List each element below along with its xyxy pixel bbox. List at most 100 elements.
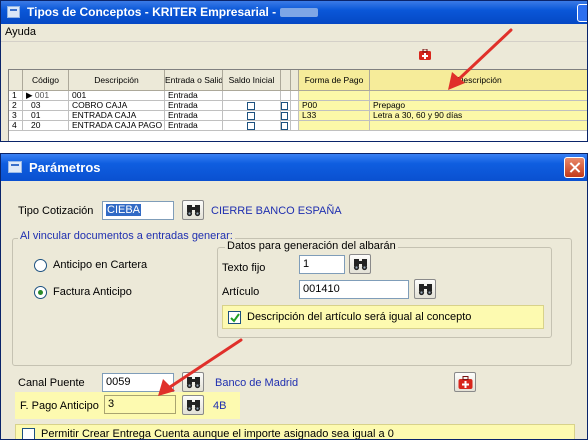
- radio-factura-anticipo[interactable]: [34, 286, 47, 299]
- texto-fijo-label: Texto fijo: [222, 262, 266, 274]
- cell-extra-2: [291, 101, 299, 111]
- saldo-inicial-checkbox[interactable]: [247, 102, 255, 110]
- texto-fijo-input[interactable]: 1: [299, 255, 345, 274]
- descripcion-checkbox-label: Descripción del artículo será igual al c…: [247, 311, 472, 323]
- descripcion-checkbox[interactable]: [228, 311, 241, 324]
- table-row[interactable]: 4 20 ENTRADA CAJA PAGO ANTICIP Entrada: [9, 121, 587, 131]
- cell-descripcion: COBRO CAJA: [69, 101, 165, 111]
- cell-entrada-salida: Entrada: [165, 101, 223, 111]
- window-control-button[interactable]: [577, 4, 587, 22]
- canal-puente-lookup-button[interactable]: [182, 372, 204, 392]
- row-number: 1: [9, 91, 23, 101]
- table-header: Código Descripción Entrada o Salida Sald…: [9, 70, 587, 91]
- radio-anticipo-cartera-label: Anticipo en Cartera: [53, 259, 148, 271]
- col-header-descripcion[interactable]: Descripción: [69, 70, 165, 91]
- cell-extra-1: [281, 101, 291, 111]
- menu-bar: Ayuda: [1, 24, 587, 42]
- toolbar: [1, 42, 587, 69]
- radio-factura-anticipo-label: Factura Anticipo: [53, 286, 132, 298]
- first-aid-icon[interactable]: [419, 49, 431, 61]
- dialog-title: Parámetros: [29, 160, 101, 175]
- col-header-forma-pago[interactable]: Forma de Pago: [299, 70, 370, 91]
- extra-checkbox[interactable]: [281, 112, 288, 120]
- cell-descripcion: ENTRADA CAJA: [69, 111, 165, 121]
- first-aid-icon: [458, 376, 473, 389]
- menu-ayuda[interactable]: Ayuda: [5, 26, 36, 38]
- row-number: 3: [9, 111, 23, 121]
- row-number: 4: [9, 121, 23, 131]
- col-header-indicator: [9, 70, 23, 91]
- binoculars-icon: [186, 377, 201, 389]
- tipo-cotizacion-input[interactable]: CIEBA: [102, 201, 174, 220]
- tipos-conceptos-window: Tipos de Conceptos - KRITER Empresarial …: [0, 0, 588, 142]
- texto-fijo-lookup-button[interactable]: [349, 254, 371, 274]
- cell-extra-2: [291, 121, 299, 131]
- permitir-checkbox[interactable]: [22, 428, 35, 439]
- f-pago-anticipo-label: F. Pago Anticipo: [20, 400, 99, 412]
- cell-codigo: 20: [23, 121, 69, 131]
- col-header-descripcion-fp[interactable]: Descripción: [370, 70, 587, 91]
- articulo-lookup-button[interactable]: [414, 279, 436, 299]
- cell-descripcion-fp: [370, 91, 587, 101]
- row-indicator-icon: ▶: [26, 91, 33, 100]
- col-header-codigo[interactable]: Código: [23, 70, 69, 91]
- saldo-inicial-checkbox[interactable]: [247, 112, 255, 120]
- articulo-input[interactable]: 001410: [299, 280, 409, 299]
- cell-codigo: ▶ 001: [23, 91, 69, 101]
- binoculars-icon: [186, 400, 201, 412]
- cell-extra-2: [291, 91, 299, 101]
- table-row[interactable]: 3 01 ENTRADA CAJA Entrada L33 Letra a 30…: [9, 111, 587, 121]
- row-number: 2: [9, 101, 23, 111]
- canal-puente-description: Banco de Madrid: [215, 377, 299, 389]
- extra-checkbox[interactable]: [281, 122, 288, 130]
- cell-forma-pago: [299, 91, 370, 101]
- cell-entrada-salida: Entrada: [165, 91, 223, 101]
- cell-forma-pago: L33: [299, 111, 370, 121]
- window-title: Tipos de Conceptos - KRITER Empresarial …: [27, 5, 277, 19]
- permitir-checkbox-label: Permitir Crear Entrega Cuenta aunque el …: [41, 428, 394, 440]
- radio-anticipo-cartera[interactable]: [34, 259, 47, 272]
- cell-entrada-salida: Entrada: [165, 121, 223, 131]
- binoculars-icon: [418, 284, 433, 296]
- cell-saldo-inicial: [223, 121, 281, 131]
- cell-descripcion-fp: Prepago: [370, 101, 587, 111]
- canal-puente-input[interactable]: 0059: [102, 373, 174, 392]
- cell-descripcion: ENTRADA CAJA PAGO ANTICIP: [69, 121, 165, 131]
- close-button[interactable]: [564, 157, 585, 178]
- binoculars-icon: [186, 205, 201, 217]
- dialog-titlebar: Parámetros: [1, 154, 587, 181]
- extra-checkbox[interactable]: [281, 102, 288, 110]
- table-row[interactable]: 1 ▶ 001 001 Entrada: [9, 91, 587, 101]
- cell-descripcion-fp: [370, 121, 587, 131]
- cell-extra-1: [281, 91, 291, 101]
- app-icon: [7, 6, 20, 18]
- articulo-label: Artículo: [222, 286, 260, 298]
- vincular-group-title: Al vincular documentos a entradas genera…: [18, 230, 235, 242]
- col-header-extra-2[interactable]: [291, 70, 299, 91]
- cell-extra-1: [281, 121, 291, 131]
- cell-codigo: 01: [23, 111, 69, 121]
- f-pago-anticipo-lookup-button[interactable]: [182, 395, 204, 415]
- conceptos-table: Código Descripción Entrada o Salida Sald…: [8, 69, 587, 141]
- saldo-inicial-checkbox[interactable]: [247, 122, 255, 130]
- tipo-cotizacion-lookup-button[interactable]: [182, 200, 204, 220]
- cell-forma-pago: P00: [299, 101, 370, 111]
- albaran-group-title: Datos para generación del albarán: [225, 240, 398, 252]
- cell-saldo-inicial: [223, 91, 281, 101]
- cell-forma-pago: [299, 121, 370, 131]
- radio-selected-dot: [38, 290, 43, 295]
- f-pago-anticipo-description: 4B: [213, 400, 227, 412]
- f-pago-anticipo-input[interactable]: 3: [104, 395, 176, 414]
- cell-extra-1: [281, 111, 291, 121]
- cell-extra-2: [291, 111, 299, 121]
- cell-saldo-inicial: [223, 101, 281, 111]
- first-aid-button[interactable]: [454, 372, 476, 392]
- col-header-saldo-inicial[interactable]: Saldo Inicial: [223, 70, 281, 91]
- canal-puente-label: Canal Puente: [18, 377, 85, 389]
- col-header-entrada-salida[interactable]: Entrada o Salida: [165, 70, 223, 91]
- cell-entrada-salida: Entrada: [165, 111, 223, 121]
- app-icon: [8, 161, 22, 173]
- col-header-extra-1[interactable]: [281, 70, 291, 91]
- table-row[interactable]: 2 03 COBRO CAJA Entrada P00 Prepago: [9, 101, 587, 111]
- binoculars-icon: [353, 259, 368, 271]
